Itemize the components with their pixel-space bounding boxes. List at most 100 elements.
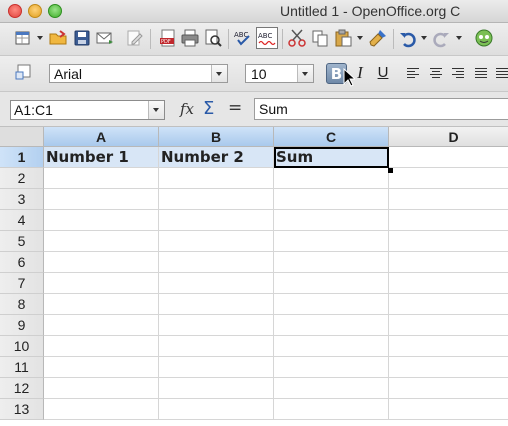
- zoom-window-button[interactable]: [48, 4, 62, 18]
- cell-b5[interactable]: [159, 231, 274, 252]
- cell-a4[interactable]: [44, 210, 159, 231]
- name-box[interactable]: A1:C1: [10, 100, 165, 120]
- cell-b13[interactable]: [159, 399, 274, 420]
- cell-a13[interactable]: [44, 399, 159, 420]
- paste-dropdown-icon[interactable]: [357, 36, 363, 40]
- cell-d11[interactable]: [389, 357, 508, 378]
- row-header-8[interactable]: 8: [0, 294, 44, 315]
- cell-d1[interactable]: [389, 147, 508, 168]
- cell-b6[interactable]: [159, 252, 274, 273]
- redo-dropdown-icon[interactable]: [456, 36, 462, 40]
- column-header-d[interactable]: D: [389, 127, 508, 147]
- font-size-field[interactable]: 10: [245, 64, 314, 83]
- function-wizard-icon[interactable]: fx: [180, 100, 194, 118]
- row-header-12[interactable]: 12: [0, 378, 44, 399]
- cell-d10[interactable]: [389, 336, 508, 357]
- cell-a3[interactable]: [44, 189, 159, 210]
- cell-c10[interactable]: [274, 336, 389, 357]
- cell-c11[interactable]: [274, 357, 389, 378]
- cell-a10[interactable]: [44, 336, 159, 357]
- select-all-corner[interactable]: [0, 127, 44, 147]
- align-center-icon[interactable]: [430, 68, 442, 78]
- open-icon[interactable]: [48, 28, 68, 48]
- row-header-5[interactable]: 5: [0, 231, 44, 252]
- paste-icon[interactable]: [333, 28, 353, 48]
- cell-b10[interactable]: [159, 336, 274, 357]
- cell-b11[interactable]: [159, 357, 274, 378]
- edit-file-icon[interactable]: [124, 28, 144, 48]
- cell-c6[interactable]: [274, 252, 389, 273]
- email-icon[interactable]: [95, 28, 115, 48]
- cell-d13[interactable]: [389, 399, 508, 420]
- formula-input[interactable]: Sum: [254, 98, 508, 120]
- cell-d4[interactable]: [389, 210, 508, 231]
- row-header-7[interactable]: 7: [0, 273, 44, 294]
- font-size-dropdown-icon[interactable]: [297, 65, 313, 82]
- cell-d3[interactable]: [389, 189, 508, 210]
- undo-dropdown-icon[interactable]: [421, 36, 427, 40]
- cell-a7[interactable]: [44, 273, 159, 294]
- cell-d9[interactable]: [389, 315, 508, 336]
- cell-d2[interactable]: [389, 168, 508, 189]
- cell-a6[interactable]: [44, 252, 159, 273]
- cell-a2[interactable]: [44, 168, 159, 189]
- cell-d5[interactable]: [389, 231, 508, 252]
- cell-a1[interactable]: Number 1: [44, 147, 159, 168]
- export-pdf-icon[interactable]: PDF: [158, 28, 178, 48]
- cell-d6[interactable]: [389, 252, 508, 273]
- navigator-icon[interactable]: [474, 28, 494, 48]
- row-header-10[interactable]: 10: [0, 336, 44, 357]
- cell-d12[interactable]: [389, 378, 508, 399]
- cell-c1[interactable]: Sum: [274, 147, 389, 168]
- cell-c3[interactable]: [274, 189, 389, 210]
- redo-icon[interactable]: [431, 28, 451, 48]
- cell-a12[interactable]: [44, 378, 159, 399]
- function-icon[interactable]: =: [228, 98, 242, 118]
- cell-d8[interactable]: [389, 294, 508, 315]
- sheet-grid[interactable]: A B C D 1 Number 1 Number 2 Sum 2 3 4 5 6 7 8 9 10 11 12 13: [0, 127, 508, 426]
- name-box-dropdown-icon[interactable]: [148, 101, 164, 119]
- row-header-4[interactable]: 4: [0, 210, 44, 231]
- cell-b4[interactable]: [159, 210, 274, 231]
- row-header-13[interactable]: 13: [0, 399, 44, 420]
- merge-cells-icon[interactable]: [496, 68, 508, 78]
- cell-a9[interactable]: [44, 315, 159, 336]
- row-header-2[interactable]: 2: [0, 168, 44, 189]
- close-window-button[interactable]: [8, 4, 22, 18]
- font-name-field[interactable]: Arial: [49, 64, 228, 83]
- cell-b1[interactable]: Number 2: [159, 147, 274, 168]
- cell-a5[interactable]: [44, 231, 159, 252]
- cell-d7[interactable]: [389, 273, 508, 294]
- sum-icon[interactable]: Σ: [203, 98, 214, 119]
- cell-b3[interactable]: [159, 189, 274, 210]
- cell-b9[interactable]: [159, 315, 274, 336]
- row-header-1[interactable]: 1: [0, 147, 44, 168]
- column-header-a[interactable]: A: [44, 127, 159, 147]
- cell-b7[interactable]: [159, 273, 274, 294]
- cell-c2[interactable]: [274, 168, 389, 189]
- cell-c8[interactable]: [274, 294, 389, 315]
- page-preview-icon[interactable]: [203, 28, 223, 48]
- row-header-11[interactable]: 11: [0, 357, 44, 378]
- undo-icon[interactable]: [398, 28, 418, 48]
- column-header-c[interactable]: C: [274, 127, 389, 147]
- save-icon[interactable]: [72, 28, 92, 48]
- new-icon[interactable]: [13, 28, 33, 48]
- fill-handle[interactable]: [388, 168, 393, 173]
- align-right-icon[interactable]: [452, 68, 464, 78]
- align-left-icon[interactable]: [407, 68, 419, 78]
- cell-b2[interactable]: [159, 168, 274, 189]
- underline-button[interactable]: U: [373, 63, 393, 83]
- font-name-dropdown-icon[interactable]: [211, 65, 227, 82]
- autospellcheck-icon[interactable]: ABC: [256, 27, 278, 49]
- styles-icon[interactable]: [14, 62, 34, 82]
- format-paintbrush-icon[interactable]: [368, 28, 388, 48]
- copy-icon[interactable]: [310, 28, 330, 48]
- column-header-b[interactable]: B: [159, 127, 274, 147]
- cell-b12[interactable]: [159, 378, 274, 399]
- row-header-3[interactable]: 3: [0, 189, 44, 210]
- cell-c13[interactable]: [274, 399, 389, 420]
- cell-a8[interactable]: [44, 294, 159, 315]
- cut-icon[interactable]: [287, 28, 307, 48]
- cell-b8[interactable]: [159, 294, 274, 315]
